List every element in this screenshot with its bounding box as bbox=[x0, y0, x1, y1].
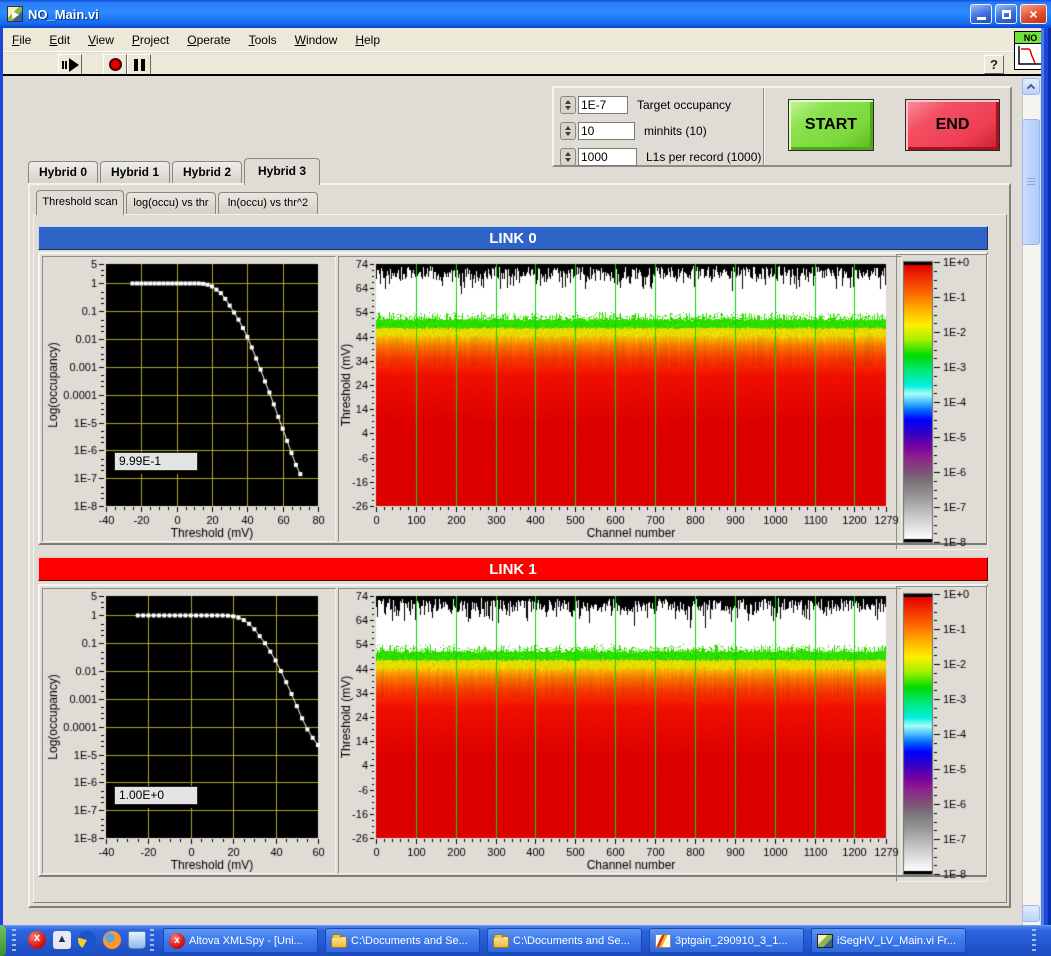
target-occupancy-label: Target occupancy bbox=[637, 98, 732, 112]
subtab-threshold-scan[interactable]: Threshold scan bbox=[36, 190, 124, 215]
close-button[interactable]: × bbox=[1020, 4, 1047, 24]
plot-icon bbox=[655, 933, 671, 948]
menu-help[interactable]: Help bbox=[346, 29, 389, 51]
menu-window[interactable]: Window bbox=[286, 29, 347, 51]
menu-project[interactable]: Project bbox=[123, 29, 178, 51]
folder-icon bbox=[493, 934, 509, 948]
scrollbar-thumb[interactable] bbox=[1022, 119, 1040, 245]
tab-hybrid-1[interactable]: Hybrid 1 bbox=[100, 161, 170, 183]
link0-header: LINK 0 bbox=[38, 226, 988, 250]
decrement-icon bbox=[565, 158, 571, 163]
pause-icon bbox=[133, 58, 145, 71]
taskbar-separator bbox=[1032, 929, 1036, 953]
minimize-icon bbox=[976, 17, 986, 20]
firefox-icon[interactable] bbox=[103, 931, 121, 949]
toolbar-divider bbox=[0, 74, 1051, 76]
folder-icon bbox=[331, 934, 347, 948]
decrement-icon bbox=[565, 106, 571, 111]
link0-occupancy-map-graph[interactable] bbox=[340, 258, 900, 540]
end-button[interactable]: END bbox=[905, 99, 1000, 151]
target-occupancy-stepper[interactable] bbox=[560, 96, 576, 114]
pause-button[interactable] bbox=[127, 54, 151, 75]
window-title: NO_Main.vi bbox=[28, 6, 99, 22]
link1-threshold-scan-graph[interactable] bbox=[44, 590, 336, 872]
prism-icon[interactable]: ▲ bbox=[53, 931, 71, 949]
link0-threshold-scan-graph[interactable] bbox=[44, 258, 336, 540]
taskbar-button-xmlspy[interactable]: x Altova XMLSpy - [Uni... bbox=[163, 928, 318, 953]
menu-operate[interactable]: Operate bbox=[178, 29, 239, 51]
l1s-per-record-label: L1s per record (1000) bbox=[646, 150, 762, 164]
start-button[interactable]: START bbox=[788, 99, 874, 151]
maximize-icon bbox=[1001, 9, 1011, 19]
decrement-icon bbox=[565, 132, 571, 137]
increment-icon bbox=[565, 125, 571, 130]
minhits-input[interactable] bbox=[578, 122, 635, 140]
minhits-label: minhits (10) bbox=[644, 124, 707, 138]
link1-cursor-value: 1.00E+0 bbox=[114, 786, 198, 805]
tab-hybrid-3[interactable]: Hybrid 3 bbox=[244, 158, 320, 185]
window-border-left bbox=[0, 28, 3, 925]
abort-button[interactable] bbox=[103, 54, 127, 75]
increment-icon bbox=[565, 99, 571, 104]
context-help-button[interactable]: ? bbox=[984, 55, 1004, 74]
l1s-per-record-input[interactable] bbox=[578, 148, 637, 166]
target-occupancy-input[interactable] bbox=[578, 96, 628, 114]
start-button-edge[interactable] bbox=[0, 926, 6, 956]
link1-occupancy-map-graph[interactable] bbox=[340, 590, 900, 872]
menu-tools[interactable]: Tools bbox=[240, 29, 286, 51]
taskbar-button-explorer-2[interactable]: C:\Documents and Se... bbox=[487, 928, 642, 953]
xmlspy-icon: x bbox=[169, 932, 185, 949]
menu-file[interactable]: File bbox=[3, 29, 40, 51]
chevron-up-icon bbox=[1026, 83, 1036, 93]
globe-icon[interactable] bbox=[78, 931, 96, 949]
title-bar[interactable]: NO_Main.vi bbox=[0, 0, 1051, 28]
app-icon bbox=[7, 6, 23, 22]
taskbar-button-explorer-1[interactable]: C:\Documents and Se... bbox=[325, 928, 480, 953]
menu-view[interactable]: View bbox=[79, 29, 123, 51]
close-icon: × bbox=[1029, 6, 1038, 22]
subtab-log-occu-vs-thr[interactable]: log(occu) vs thr bbox=[126, 192, 216, 215]
link1-color-scale[interactable] bbox=[898, 588, 986, 880]
xmlspy-icon[interactable]: x bbox=[28, 931, 46, 949]
taskbar-button-iseghv[interactable]: iSegHV_LV_Main.vi Fr... bbox=[811, 928, 966, 953]
run-arrow-icon bbox=[61, 60, 68, 69]
taskbar-separator bbox=[150, 929, 154, 953]
taskbar-button-3ptgain[interactable]: 3ptgain_290910_3_1... bbox=[649, 928, 804, 953]
link0-color-scale[interactable] bbox=[898, 256, 986, 548]
minimize-button[interactable] bbox=[970, 4, 992, 24]
labview-front-panel-window: NO_Main.vi × File Edit View Project Oper… bbox=[0, 0, 1051, 956]
labview-icon bbox=[817, 933, 833, 948]
subtab-ln-occu-vs-thr2[interactable]: ln(occu) vs thr^2 bbox=[218, 192, 318, 215]
maximize-button[interactable] bbox=[995, 4, 1017, 24]
taskbar-separator bbox=[12, 929, 16, 953]
window-border-right bbox=[1041, 28, 1051, 925]
stop-icon bbox=[108, 58, 122, 71]
scrollbar-down-button[interactable] bbox=[1022, 905, 1040, 922]
menu-bar: File Edit View Project Operate Tools Win… bbox=[3, 28, 1048, 52]
link1-header: LINK 1 bbox=[38, 557, 988, 581]
minhits-stepper[interactable] bbox=[560, 122, 576, 140]
increment-icon bbox=[565, 151, 571, 156]
tab-hybrid-0[interactable]: Hybrid 0 bbox=[28, 161, 98, 183]
glass-icon[interactable] bbox=[128, 931, 146, 949]
scrollbar-up-button[interactable] bbox=[1022, 78, 1040, 95]
run-button[interactable] bbox=[58, 54, 82, 75]
tab-hybrid-2[interactable]: Hybrid 2 bbox=[172, 161, 242, 183]
menu-edit[interactable]: Edit bbox=[40, 29, 79, 51]
toolbar bbox=[3, 53, 1048, 76]
link0-cursor-value: 9.99E-1 bbox=[114, 452, 198, 471]
l1s-per-record-stepper[interactable] bbox=[560, 148, 576, 166]
